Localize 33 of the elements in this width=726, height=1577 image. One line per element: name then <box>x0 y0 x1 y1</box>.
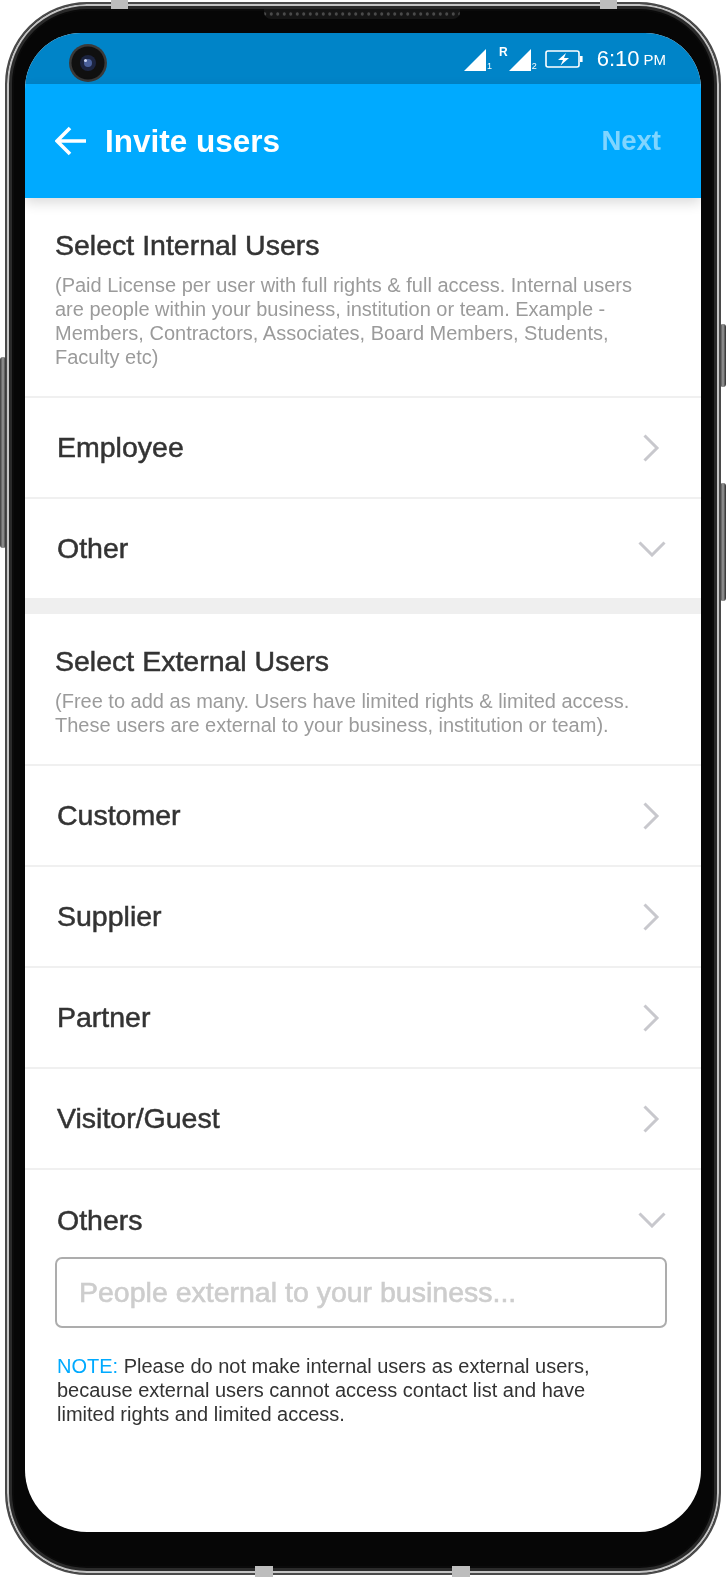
list-item[interactable]: Customer <box>25 764 701 865</box>
sim-number: 2 <box>531 61 537 71</box>
list-item[interactable]: Other <box>25 497 701 598</box>
section-description: (Free to add as many. Users have limited rights & limited access. These users are external to your business, institution or team). <box>55 689 631 737</box>
chevron-down-icon <box>638 540 666 557</box>
chevron-down-icon <box>638 1212 666 1228</box>
list-item[interactable]: Supplier <box>25 865 701 966</box>
camera-icon <box>69 44 107 82</box>
list-item[interactable]: Partner <box>25 966 701 1067</box>
chevron-right-icon <box>642 432 660 463</box>
side-button[interactable] <box>720 483 726 601</box>
section-title: Select External Users <box>55 644 330 678</box>
section-description: (Paid License per user with full rights & full access. Internal users are people within your business, institution or team. Example - Members, Contractors, Associates, Board Members, Students, Faculty etc) <box>55 273 633 369</box>
roaming-indicator: R <box>499 45 508 58</box>
list-item[interactable]: Others <box>25 1168 701 1237</box>
page-title: Invite users <box>105 122 281 160</box>
side-button[interactable] <box>0 357 6 548</box>
sim-number: 1 <box>486 61 492 71</box>
clock-period: PM <box>643 49 666 70</box>
side-button[interactable] <box>720 324 726 387</box>
note-text: NOTE: Please do not make internal users as external users, because external users cannot access contact list and have limited rights and limited access. <box>57 1354 591 1426</box>
chevron-right-icon <box>642 1002 660 1033</box>
back-button[interactable] <box>55 126 87 156</box>
section-title: Select Internal Users <box>55 228 320 262</box>
chevron-right-icon <box>642 1103 660 1134</box>
list-item[interactable]: Visitor/Guest <box>25 1067 701 1168</box>
signal-icon <box>508 48 531 71</box>
arrow-left-icon <box>55 126 87 156</box>
list-item[interactable]: Employee <box>25 396 701 497</box>
clock-time: 6:10 <box>596 45 640 72</box>
signal-icon <box>463 48 486 71</box>
chevron-right-icon <box>642 901 660 932</box>
chevron-right-icon <box>642 800 660 831</box>
